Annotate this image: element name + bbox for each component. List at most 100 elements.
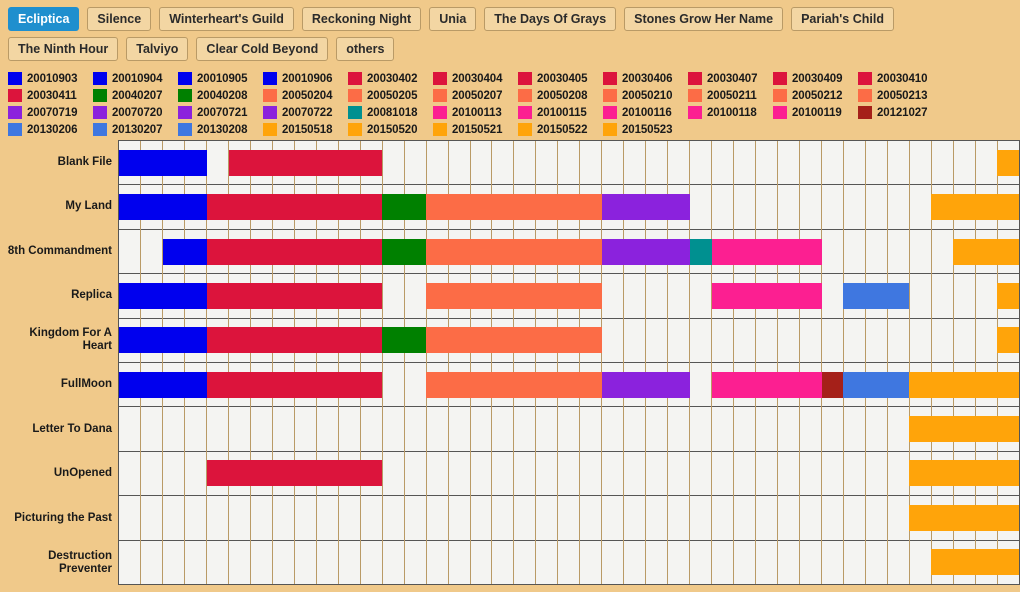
chart-cell[interactable] — [843, 416, 865, 442]
chart-cell[interactable] — [668, 327, 690, 353]
chart-cell[interactable] — [470, 327, 493, 354]
chart-cell[interactable] — [162, 283, 185, 310]
chart-cell[interactable] — [316, 150, 339, 177]
chart-cell[interactable] — [580, 327, 602, 354]
chart-cell[interactable] — [470, 283, 493, 310]
chart-cell[interactable] — [602, 150, 624, 176]
chart-cell[interactable] — [822, 416, 844, 442]
chart-cell[interactable] — [931, 504, 954, 531]
chart-cell[interactable] — [272, 460, 295, 487]
chart-cell[interactable] — [712, 150, 734, 176]
chart-cell[interactable] — [800, 150, 822, 176]
chart-cell[interactable] — [119, 549, 141, 575]
chart-cell[interactable] — [668, 150, 690, 176]
chart-cell[interactable] — [558, 549, 580, 575]
chart-cell[interactable] — [141, 549, 163, 575]
legend-item[interactable]: 20040207 — [93, 87, 178, 104]
chart-cell[interactable] — [580, 283, 602, 310]
chart-cell[interactable] — [624, 416, 646, 442]
chart-cell[interactable] — [975, 327, 997, 353]
chart-cell[interactable] — [734, 327, 756, 353]
legend-item[interactable]: 20100118 — [688, 104, 773, 121]
chart-cell[interactable] — [426, 283, 449, 310]
tab-silence[interactable]: Silence — [87, 7, 152, 31]
chart-cell[interactable] — [601, 371, 624, 398]
chart-cell[interactable] — [778, 194, 800, 220]
chart-cell[interactable] — [558, 505, 580, 531]
chart-cell[interactable] — [733, 371, 756, 398]
chart-cell[interactable] — [756, 505, 778, 531]
chart-cell[interactable] — [558, 460, 580, 486]
chart-cell[interactable] — [623, 238, 646, 265]
chart-cell[interactable] — [909, 504, 932, 531]
chart-cell[interactable] — [185, 460, 207, 486]
chart-cell[interactable] — [492, 194, 515, 221]
chart-cell[interactable] — [162, 327, 185, 354]
chart-cell[interactable] — [382, 549, 404, 575]
legend-item[interactable]: 20030406 — [603, 70, 688, 87]
chart-cell[interactable] — [953, 548, 976, 575]
chart-cell[interactable] — [206, 194, 229, 221]
chart-cell[interactable] — [800, 460, 822, 486]
chart-cell[interactable] — [514, 283, 537, 310]
chart-cell[interactable] — [272, 327, 295, 354]
chart-cell[interactable] — [755, 371, 778, 398]
chart-cell[interactable] — [206, 460, 229, 487]
legend-item[interactable]: 20150523 — [603, 121, 688, 138]
chart-cell[interactable] — [140, 371, 163, 398]
chart-cell[interactable] — [448, 460, 470, 486]
chart-cell[interactable] — [733, 283, 756, 310]
chart-cell[interactable] — [360, 327, 383, 354]
chart-cell[interactable] — [667, 194, 690, 221]
chart-cell[interactable] — [185, 549, 207, 575]
legend-item[interactable]: 20050211 — [688, 87, 773, 104]
chart-cell[interactable] — [492, 283, 515, 310]
chart-cell[interactable] — [756, 327, 778, 353]
chart-cell[interactable] — [272, 194, 295, 221]
chart-cell[interactable] — [755, 238, 778, 265]
chart-cell[interactable] — [997, 548, 1019, 575]
chart-cell[interactable] — [777, 371, 800, 398]
chart-cell[interactable] — [272, 283, 295, 310]
chart-cell[interactable] — [734, 460, 756, 486]
chart-cell[interactable] — [624, 150, 646, 176]
chart-cell[interactable] — [228, 194, 251, 221]
chart-cell[interactable] — [141, 505, 163, 531]
legend-item[interactable]: 20030407 — [688, 70, 773, 87]
chart-cell[interactable] — [623, 194, 646, 221]
chart-cell[interactable] — [470, 238, 493, 265]
chart-cell[interactable] — [426, 460, 448, 486]
chart-cell[interactable] — [558, 150, 580, 176]
chart-cell[interactable] — [514, 505, 536, 531]
chart-cell[interactable] — [338, 371, 361, 398]
chart-cell[interactable] — [514, 238, 537, 265]
chart-cell[interactable] — [865, 549, 887, 575]
chart-cell[interactable] — [668, 283, 690, 309]
chart-cell[interactable] — [228, 238, 251, 265]
legend-item[interactable]: 20070722 — [263, 104, 348, 121]
chart-cell[interactable] — [953, 150, 975, 176]
legend-item[interactable]: 20030402 — [348, 70, 433, 87]
chart-cell[interactable] — [448, 283, 471, 310]
legend-item[interactable]: 20010905 — [178, 70, 263, 87]
chart-cell[interactable] — [865, 239, 887, 265]
chart-cell[interactable] — [843, 239, 865, 265]
chart-cell[interactable] — [580, 194, 602, 221]
chart-cell[interactable] — [250, 283, 273, 310]
chart-cell[interactable] — [294, 150, 317, 177]
chart-cell[interactable] — [580, 505, 602, 531]
chart-cell[interactable] — [492, 327, 515, 354]
chart-cell[interactable] — [580, 549, 602, 575]
legend-item[interactable]: 20100119 — [773, 104, 858, 121]
legend-item[interactable]: 20130207 — [93, 121, 178, 138]
chart-cell[interactable] — [228, 150, 251, 177]
chart-cell[interactable] — [317, 416, 339, 442]
chart-cell[interactable] — [646, 150, 668, 176]
legend-item[interactable]: 20030410 — [858, 70, 943, 87]
chart-cell[interactable] — [909, 283, 931, 309]
chart-cell[interactable] — [887, 239, 909, 265]
chart-cell[interactable] — [909, 194, 931, 220]
chart-cell[interactable] — [580, 416, 602, 442]
chart-cell[interactable] — [250, 238, 273, 265]
chart-cell[interactable] — [338, 327, 361, 354]
